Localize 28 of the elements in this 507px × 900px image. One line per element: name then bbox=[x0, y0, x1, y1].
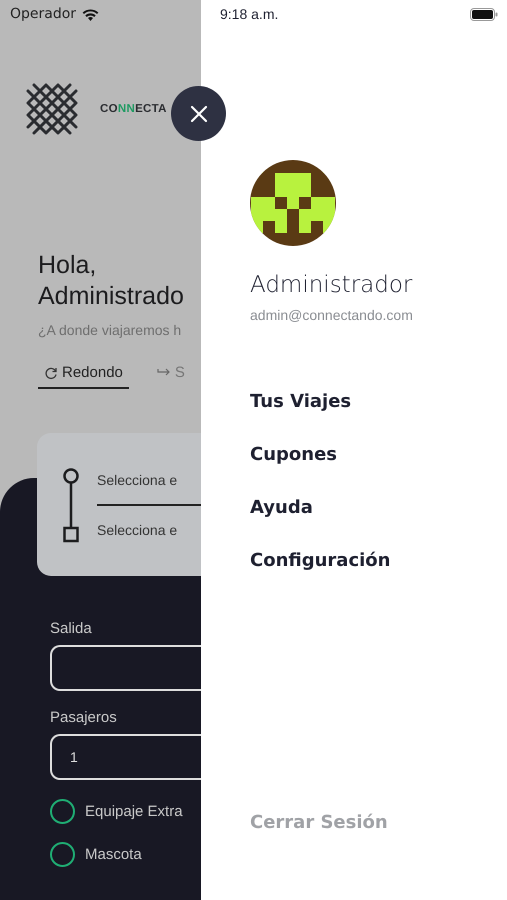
profile-name: Administrador bbox=[250, 272, 414, 298]
greeting: Hola, bbox=[38, 250, 98, 281]
field-label: Pasajeros bbox=[50, 709, 118, 726]
route-icon bbox=[61, 466, 81, 542]
profile-email: admin@connectando.com bbox=[250, 307, 414, 323]
menu-item[interactable]: Configuración bbox=[250, 550, 390, 571]
menu-item[interactable]: Tus Viajes bbox=[250, 391, 352, 412]
battery-icon bbox=[470, 8, 498, 20]
radio-button[interactable] bbox=[50, 798, 75, 824]
option-label: Mascota bbox=[85, 846, 142, 862]
radio-button[interactable] bbox=[50, 842, 75, 866]
logo-icon bbox=[24, 81, 80, 137]
logo-text: CONNECTA bbox=[100, 103, 167, 115]
option-label: Equipaje Extra bbox=[85, 802, 183, 820]
subtitle: ¿A donde viajaremos h bbox=[37, 321, 182, 338]
carrier-name: Operador bbox=[10, 6, 76, 22]
clock-time: 9:18 a.m. bbox=[220, 6, 278, 22]
origin-field[interactable]: Selecciona e bbox=[97, 464, 201, 496]
user-name: Administrado bbox=[38, 281, 185, 312]
close-icon bbox=[190, 104, 208, 122]
menu-item[interactable]: Ayuda bbox=[250, 497, 313, 518]
destination-field[interactable]: Selecciona e bbox=[97, 514, 201, 546]
wifi-icon bbox=[82, 8, 100, 20]
menu-item[interactable]: Cupones bbox=[250, 444, 338, 465]
tab[interactable]: Redondo bbox=[38, 364, 129, 389]
field-label: Salida bbox=[50, 620, 93, 637]
arrow-icon bbox=[156, 368, 171, 378]
refresh-icon bbox=[44, 366, 58, 380]
